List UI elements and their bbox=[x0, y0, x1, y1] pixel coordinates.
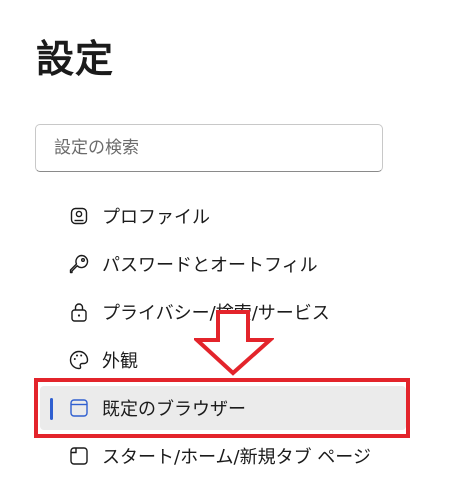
search-box[interactable] bbox=[35, 124, 383, 172]
page-title: 設定 bbox=[36, 37, 115, 81]
profile-icon bbox=[66, 203, 92, 229]
sidebar-item-profile[interactable]: プロファイル bbox=[40, 194, 410, 238]
home-page-icon bbox=[66, 443, 92, 469]
palette-icon bbox=[66, 347, 92, 373]
sidebar-item-label: プライバシー/検索/サービス bbox=[102, 303, 330, 324]
sidebar-item-passwords[interactable]: パスワードとオートフィル bbox=[40, 242, 410, 286]
sidebar-item-label: パスワードとオートフィル bbox=[102, 255, 318, 276]
sidebar-item-start-home-newtab[interactable]: スタート/ホーム/新規タブ ページ bbox=[40, 434, 410, 478]
sidebar-item-label: スタート/ホーム/新規タブ ページ bbox=[102, 447, 371, 468]
sidebar-item-label: 外観 bbox=[102, 351, 138, 372]
sidebar-item-label: プロファイル bbox=[102, 207, 210, 228]
key-icon bbox=[66, 251, 92, 277]
sidebar-item-default-browser[interactable]: 既定のブラウザー bbox=[40, 386, 406, 430]
sidebar-item-label: 既定のブラウザー bbox=[102, 399, 246, 420]
browser-window-icon bbox=[66, 395, 92, 421]
search-input[interactable] bbox=[36, 125, 382, 171]
lock-icon bbox=[66, 299, 92, 325]
sidebar-item-appearance[interactable]: 外観 bbox=[40, 338, 410, 382]
sidebar-item-privacy[interactable]: プライバシー/検索/サービス bbox=[40, 290, 410, 334]
